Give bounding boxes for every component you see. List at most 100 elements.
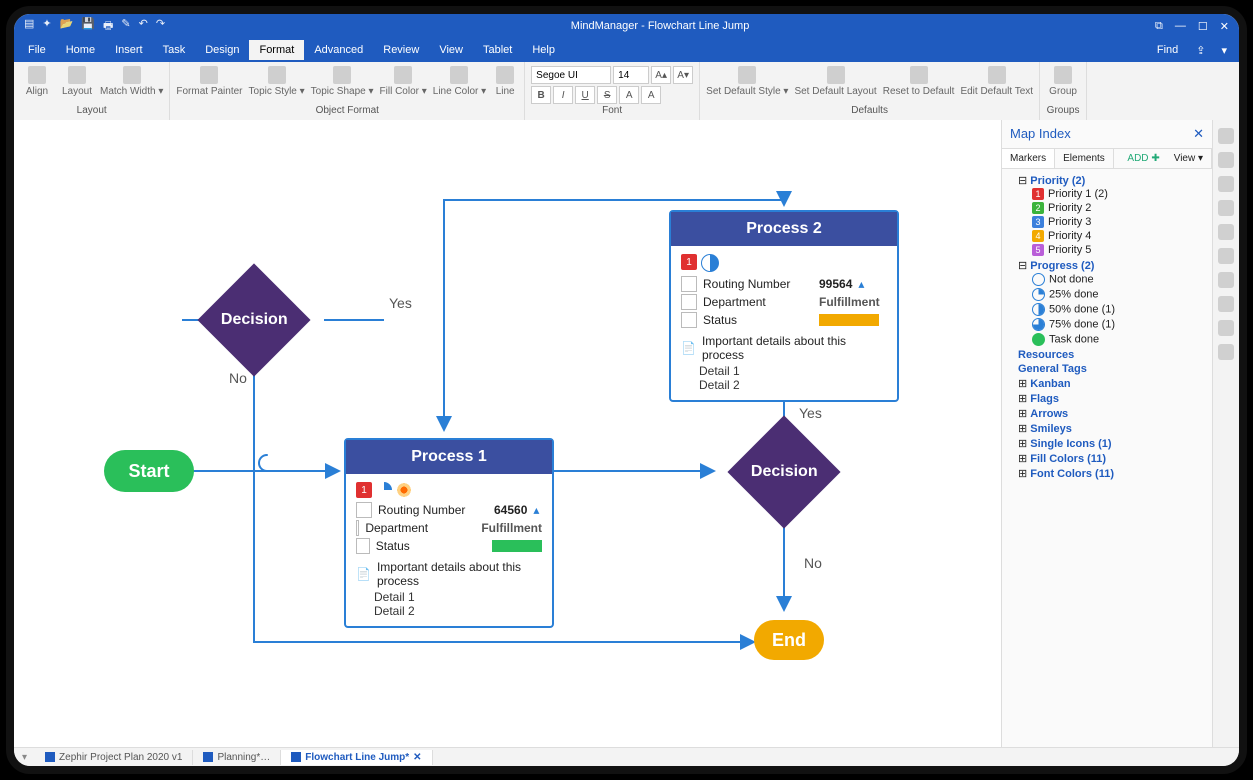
- font-colors-header[interactable]: Font Colors (11): [1030, 468, 1114, 480]
- collapse-icon[interactable]: ▴: [858, 277, 864, 291]
- qat-save-icon[interactable]: 💾: [81, 17, 95, 36]
- font-name-input[interactable]: [531, 66, 611, 84]
- menu-tablet[interactable]: Tablet: [473, 40, 522, 60]
- progress-item[interactable]: Task done: [1032, 332, 1210, 347]
- qat-brush-icon[interactable]: ✎: [121, 17, 130, 36]
- qat-new-icon[interactable]: ✦: [42, 17, 51, 36]
- document-tab[interactable]: Zephir Project Plan 2020 v1: [35, 750, 193, 765]
- fill-color-button[interactable]: Fill Color ▾: [380, 66, 427, 97]
- document-tab[interactable]: Flowchart Line Jump* ✕: [281, 750, 432, 765]
- menu-file[interactable]: File: [18, 40, 56, 60]
- progress-item[interactable]: 50% done (1): [1032, 302, 1210, 317]
- menu-insert[interactable]: Insert: [105, 40, 153, 60]
- line-button[interactable]: Line: [492, 66, 518, 97]
- restore-icon[interactable]: ⧉: [1155, 20, 1163, 33]
- reset-default-button[interactable]: Reset to Default: [883, 66, 955, 97]
- smileys-header[interactable]: Smileys: [1030, 423, 1072, 435]
- menu-home[interactable]: Home: [56, 40, 105, 60]
- minimize-icon[interactable]: —: [1175, 20, 1186, 33]
- menu-review[interactable]: Review: [373, 40, 429, 60]
- qat-redo-icon[interactable]: ↷: [156, 17, 165, 36]
- collapse-icon[interactable]: ▴: [533, 503, 539, 517]
- expand-icon[interactable]: ⊞: [1018, 378, 1027, 390]
- document-tab[interactable]: Planning*…: [193, 750, 281, 765]
- match-width-button[interactable]: Match Width ▾: [100, 66, 163, 97]
- tab-elements[interactable]: Elements: [1055, 149, 1114, 168]
- expand-icon[interactable]: ⊞: [1018, 453, 1027, 465]
- expand-icon[interactable]: ⊞: [1018, 408, 1027, 420]
- expand-icon[interactable]: ⊞: [1018, 393, 1027, 405]
- menu-help[interactable]: Help: [522, 40, 565, 60]
- priority-item[interactable]: 3Priority 3: [1032, 215, 1210, 229]
- progress-item[interactable]: 25% done: [1032, 287, 1210, 302]
- priority-item[interactable]: 4Priority 4: [1032, 229, 1210, 243]
- progress-item[interactable]: Not done: [1032, 272, 1210, 287]
- expand-icon[interactable]: ⊞: [1018, 423, 1027, 435]
- shrink-font-button[interactable]: A▾: [673, 66, 693, 84]
- edit-default-text-button[interactable]: Edit Default Text: [960, 66, 1033, 97]
- priority-item[interactable]: 2Priority 2: [1032, 201, 1210, 215]
- bold-button[interactable]: B: [531, 86, 551, 104]
- priority-item[interactable]: 1Priority 1 (2): [1032, 187, 1210, 201]
- close-icon[interactable]: ✕: [1220, 20, 1229, 33]
- tab-markers[interactable]: Markers: [1002, 149, 1055, 168]
- qat-print-icon[interactable]: 🖶: [103, 17, 113, 36]
- qat-open-icon[interactable]: 📂: [60, 17, 74, 36]
- line-color-button[interactable]: Line Color ▾: [433, 66, 486, 97]
- menu-design[interactable]: Design: [195, 40, 249, 60]
- menu-advanced[interactable]: Advanced: [304, 40, 373, 60]
- kanban-header[interactable]: Kanban: [1030, 378, 1070, 390]
- font-size-input[interactable]: [613, 66, 649, 84]
- rail-icon[interactable]: [1218, 176, 1234, 192]
- tags-header[interactable]: General Tags: [1018, 362, 1210, 376]
- expand-icon[interactable]: ⊞: [1018, 468, 1027, 480]
- maximize-icon[interactable]: ☐: [1198, 20, 1208, 33]
- start-node[interactable]: Start: [104, 450, 194, 492]
- panel-close-icon[interactable]: ✕: [1193, 126, 1204, 142]
- add-marker-button[interactable]: ADD ✚: [1121, 149, 1165, 168]
- format-painter-button[interactable]: Format Painter: [176, 66, 242, 97]
- collapse-ribbon-icon[interactable]: ▾: [1213, 44, 1235, 57]
- menu-view[interactable]: View: [429, 40, 473, 60]
- group-button[interactable]: Group: [1046, 66, 1080, 97]
- rail-icon[interactable]: [1218, 344, 1234, 360]
- flags-header[interactable]: Flags: [1030, 393, 1059, 405]
- layout-button[interactable]: Layout: [60, 66, 94, 97]
- find-menu[interactable]: Find: [1147, 40, 1188, 60]
- menu-task[interactable]: Task: [153, 40, 196, 60]
- topic-style-button[interactable]: Topic Style ▾: [249, 66, 305, 97]
- expand-icon[interactable]: ⊟: [1018, 175, 1027, 187]
- qat-undo-icon[interactable]: ↶: [139, 17, 148, 36]
- tabs-dropdown-icon[interactable]: ▾: [14, 752, 35, 763]
- process-2-node[interactable]: Process 2 1 Routing Number99564 ▴ Depart…: [669, 210, 899, 402]
- grow-font-button[interactable]: A▴: [651, 66, 671, 84]
- share-icon[interactable]: ⇪: [1188, 44, 1213, 57]
- topic-shape-button[interactable]: Topic Shape ▾: [311, 66, 374, 97]
- resources-header[interactable]: Resources: [1018, 348, 1210, 362]
- rail-icon[interactable]: [1218, 248, 1234, 264]
- underline-button[interactable]: U: [575, 86, 595, 104]
- expand-icon[interactable]: ⊟: [1018, 260, 1027, 272]
- priority-item[interactable]: 5Priority 5: [1032, 243, 1210, 257]
- rail-icon[interactable]: [1218, 128, 1234, 144]
- tab-close-icon[interactable]: ✕: [413, 752, 421, 763]
- rail-icon[interactable]: [1218, 320, 1234, 336]
- process-1-node[interactable]: Process 1 1 Routing Number64560 ▴ Depart…: [344, 438, 554, 628]
- rail-icon[interactable]: [1218, 272, 1234, 288]
- arrows-header[interactable]: Arrows: [1030, 408, 1068, 420]
- set-default-style-button[interactable]: Set Default Style ▾: [706, 66, 788, 97]
- view-dropdown[interactable]: View ▾: [1166, 149, 1212, 168]
- priority-header[interactable]: Priority (2): [1030, 175, 1085, 187]
- italic-button[interactable]: I: [553, 86, 573, 104]
- end-node[interactable]: End: [754, 620, 824, 660]
- clear-format-button[interactable]: A: [641, 86, 661, 104]
- expand-icon[interactable]: ⊞: [1018, 438, 1027, 450]
- rail-icon[interactable]: [1218, 200, 1234, 216]
- rail-icon[interactable]: [1218, 296, 1234, 312]
- strike-button[interactable]: S: [597, 86, 617, 104]
- rail-icon[interactable]: [1218, 152, 1234, 168]
- rail-icon[interactable]: [1218, 224, 1234, 240]
- marker-tree[interactable]: ⊟ Priority (2) 1Priority 1 (2) 2Priority…: [1002, 169, 1212, 748]
- progress-header[interactable]: Progress (2): [1030, 260, 1094, 272]
- qat-file-icon[interactable]: ▤: [24, 17, 34, 36]
